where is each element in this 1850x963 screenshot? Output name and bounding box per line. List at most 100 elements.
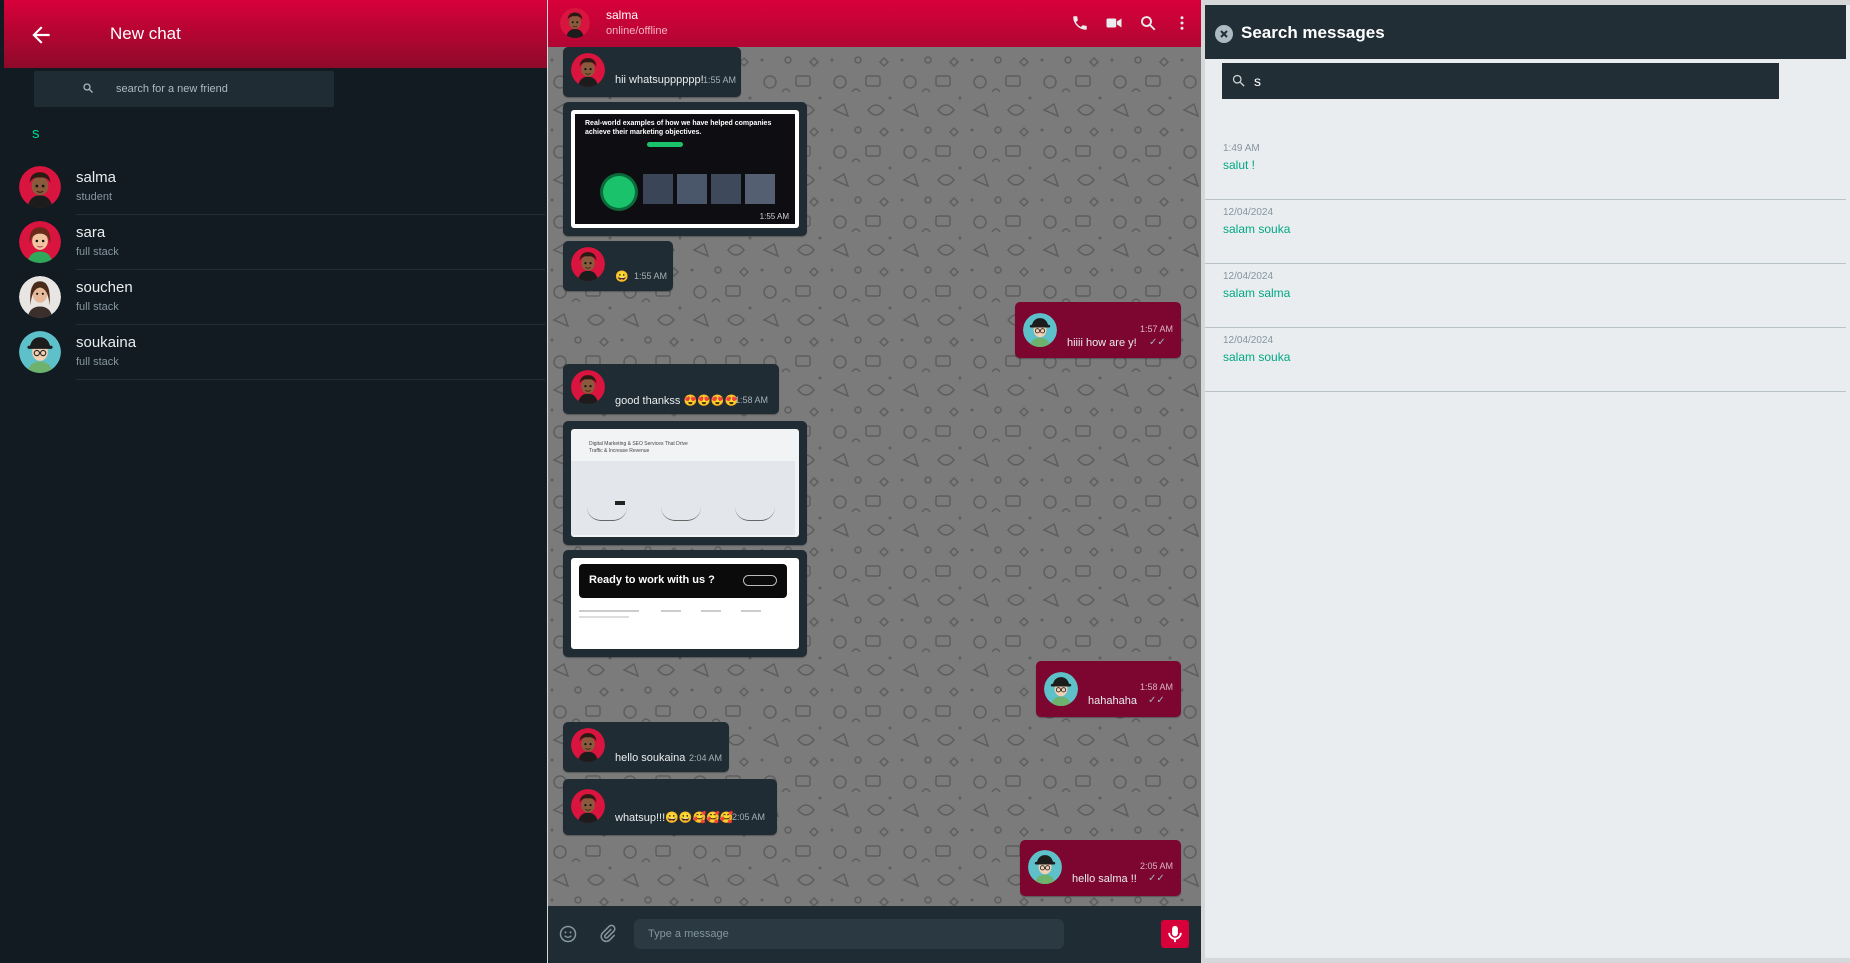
message-image[interactable]: Ready to work with us ? <box>563 550 807 657</box>
message-time: 1:58 AM <box>735 395 769 405</box>
chat-panel: salma online/offline hii whatsupppppp! 1… <box>548 0 1201 963</box>
message-text: whatsup!!!😀😀🥰🥰🥰 <box>615 812 734 824</box>
image-thumb <box>745 174 775 204</box>
image-thumb <box>711 174 741 204</box>
image-line <box>741 610 761 612</box>
message-incoming[interactable]: good thankss 😍😍😍😍 1:58 AM <box>563 364 779 414</box>
shared-image[interactable]: Digital Marketing & SEO Services That Dr… <box>571 429 799 537</box>
avatar <box>571 789 605 823</box>
message-input[interactable] <box>634 919 1064 949</box>
message-search-box[interactable] <box>1222 63 1779 99</box>
avatar <box>19 276 61 318</box>
contact-group-letter: s <box>32 125 40 142</box>
contact-item-souchen[interactable]: souchen full stack <box>0 270 547 325</box>
result-date: 12/04/2024 <box>1223 271 1274 282</box>
avatar <box>571 53 605 87</box>
message-text: hahahaha <box>1088 695 1137 707</box>
result-text: salam salma <box>1223 286 1291 300</box>
video-call-icon[interactable] <box>1105 14 1125 32</box>
image-thumb <box>677 174 707 204</box>
message-time: 1:58 AM <box>1140 682 1174 692</box>
message-outgoing[interactable]: 2:05 AM hello salma !! ✓✓ <box>1020 840 1181 896</box>
image-line <box>579 610 639 612</box>
avatar <box>19 331 61 373</box>
mic-icon[interactable] <box>1161 920 1189 948</box>
search-result-item[interactable]: 12/04/2024 salam souka <box>1205 328 1846 392</box>
result-text: salam souka <box>1223 222 1291 236</box>
chat-contact-status: online/offline <box>606 25 668 37</box>
contact-list: salma student sara full stack souchen fu… <box>0 160 547 380</box>
message-time: 2:05 AM <box>732 812 766 822</box>
message-time: 2:05 AM <box>1140 861 1174 871</box>
contact-name: souchen <box>76 279 133 296</box>
contact-name: sara <box>76 224 106 241</box>
message-search-input[interactable] <box>1254 69 1754 93</box>
shared-image[interactable]: Real-world examples of how we have helpe… <box>571 110 799 228</box>
search-messages-panel: Search messages 1:49 AM salut ! 12/04/20… <box>1205 5 1850 958</box>
contact-status: full stack <box>76 356 119 368</box>
result-text: salut ! <box>1223 158 1256 172</box>
double-check-icon: ✓✓ <box>1149 337 1166 348</box>
result-date: 12/04/2024 <box>1223 207 1274 218</box>
emoji-icon[interactable] <box>558 924 578 944</box>
contact-item-salma[interactable]: salma student <box>0 160 547 215</box>
double-check-icon: ✓✓ <box>1148 695 1165 706</box>
friend-search-box[interactable] <box>34 71 334 107</box>
new-chat-title: New chat <box>110 24 181 43</box>
message-time: 2:04 AM <box>689 753 723 763</box>
message-time: 1:55 AM <box>634 271 668 281</box>
message-text: hii whatsupppppp! <box>615 74 704 86</box>
message-text: hello salma !! <box>1072 873 1137 885</box>
result-date: 12/04/2024 <box>1223 335 1274 346</box>
friend-search-input[interactable] <box>116 78 316 100</box>
avatar <box>571 728 605 762</box>
search-icon <box>83 83 93 93</box>
image-section <box>571 461 795 535</box>
message-composer <box>548 906 1201 963</box>
shared-image[interactable]: Ready to work with us ? <box>571 558 799 649</box>
avatar[interactable] <box>560 8 590 38</box>
search-result-item[interactable]: 1:49 AM salut ! <box>1205 136 1846 200</box>
contact-status: full stack <box>76 301 119 313</box>
message-time: 1:57 AM <box>1140 324 1174 334</box>
message-time: 1:55 AM <box>759 212 789 221</box>
message-outgoing[interactable]: 1:58 AM hahahaha ✓✓ <box>1036 661 1181 717</box>
image-thumb <box>643 174 673 204</box>
message-image[interactable]: Real-world examples of how we have helpe… <box>563 102 807 236</box>
message-incoming[interactable]: whatsup!!!😀😀🥰🥰🥰 2:05 AM <box>563 779 777 835</box>
avatar <box>571 370 605 404</box>
message-outgoing[interactable]: 1:57 AM hiiii how are y! ✓✓ <box>1015 302 1181 358</box>
message-time: 1:55 AM <box>703 75 737 85</box>
message-text: good thankss 😍😍😍😍 <box>615 395 739 407</box>
avatar <box>1044 672 1078 706</box>
image-banner: Ready to work with us ? <box>579 564 787 598</box>
attach-icon[interactable] <box>598 924 618 944</box>
image-caption: Ready to work with us ? <box>589 574 715 586</box>
message-incoming[interactable]: 😀 1:55 AM <box>563 241 673 291</box>
chat-header[interactable]: salma online/offline <box>548 0 1201 47</box>
close-icon[interactable] <box>1215 25 1233 43</box>
message-incoming[interactable]: hello soukaina 2:04 AM <box>563 722 729 772</box>
search-result-item[interactable]: 12/04/2024 salam salma <box>1205 264 1846 328</box>
contact-item-soukaina[interactable]: soukaina full stack <box>0 325 547 380</box>
image-caption: Digital Marketing & SEO Services That Dr… <box>589 441 688 454</box>
chat-contact-name: salma <box>606 8 639 22</box>
new-chat-panel: New chat s salma student sara full stack… <box>0 0 547 963</box>
contact-name: salma <box>76 169 117 186</box>
message-incoming[interactable]: hii whatsupppppp! 1:55 AM <box>563 47 741 97</box>
search-result-item[interactable]: 12/04/2024 salam souka <box>1205 200 1846 264</box>
search-icon[interactable] <box>1139 14 1159 32</box>
image-circle-graphic <box>603 176 635 208</box>
avatar <box>19 166 61 208</box>
message-text: hello soukaina <box>615 752 686 764</box>
image-tab-pill <box>647 142 683 147</box>
search-icon <box>1232 74 1245 87</box>
contact-item-sara[interactable]: sara full stack <box>0 215 547 270</box>
more-vert-icon[interactable] <box>1173 14 1193 32</box>
phone-icon[interactable] <box>1071 14 1091 32</box>
back-arrow-icon[interactable] <box>28 22 54 48</box>
message-image[interactable]: Digital Marketing & SEO Services That Dr… <box>563 421 807 545</box>
contact-status: full stack <box>76 246 119 258</box>
search-results-list: 1:49 AM salut ! 12/04/2024 salam souka 1… <box>1205 136 1846 392</box>
avatar <box>1023 313 1057 347</box>
